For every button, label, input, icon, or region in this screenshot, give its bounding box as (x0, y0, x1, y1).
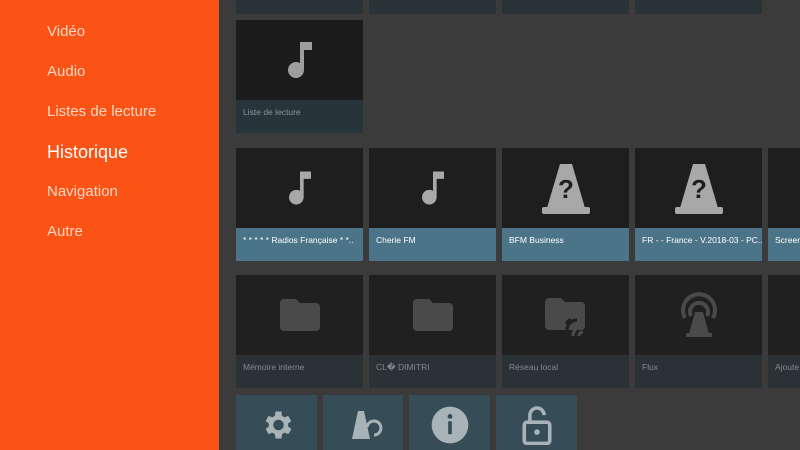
card-caption: Screen (768, 228, 800, 261)
folder-icon (279, 299, 320, 331)
top-row-card[interactable] (369, 0, 496, 14)
card-thumbnail (369, 148, 496, 228)
card-thumbnail: ? (635, 148, 762, 228)
unlock-icon (521, 406, 552, 445)
sidebar: Vidéo Audio Listes de lecture Historique… (0, 0, 219, 450)
card-caption: BFM Business (502, 228, 629, 261)
card-caption: Ajoute (768, 355, 800, 388)
top-row-card[interactable] (635, 0, 762, 14)
card-caption: Flux (635, 355, 762, 388)
sidebar-item-audio[interactable]: Audio (47, 63, 85, 80)
top-row-card[interactable] (236, 0, 363, 14)
sidebar-item-video[interactable]: Vidéo (47, 23, 85, 40)
card-thumbnail (502, 275, 629, 355)
vlc-refresh-icon (352, 411, 383, 439)
card-thumbnail (236, 275, 363, 355)
folder-icon (412, 299, 453, 331)
svg-text:?: ? (691, 174, 707, 204)
card-thumbnail (768, 275, 800, 355)
svg-text:?: ? (558, 174, 574, 204)
card-caption: Réseau local (502, 355, 629, 388)
card-thumbnail (236, 148, 363, 228)
playlist-card[interactable]: Liste de lecture (236, 20, 363, 133)
card-caption: Liste de lecture (236, 100, 363, 133)
history-card[interactable]: ? FR - - France - V.2018-03 - PC... (635, 148, 762, 261)
sidebar-item-history[interactable]: Historique (47, 142, 128, 163)
browse-card[interactable]: CL� DIMITRI (369, 275, 496, 388)
browse-card[interactable]: Mémoire interne (236, 275, 363, 388)
history-card[interactable]: ? BFM Business (502, 148, 629, 261)
card-thumbnail: ? (502, 148, 629, 228)
card-caption: Mémoire interne (236, 355, 363, 388)
sidebar-item-navigation[interactable]: Navigation (47, 183, 118, 200)
refresh-button[interactable] (323, 395, 403, 450)
music-note-icon (288, 171, 311, 205)
stream-antenna-icon (680, 292, 717, 337)
music-note-icon (287, 42, 312, 79)
vlc-unknown-icon: ? (674, 164, 723, 214)
history-card[interactable]: * * * * * Radios Française * *.. (236, 148, 363, 261)
vlc-unknown-icon: ? (541, 164, 590, 214)
history-card[interactable]: Cherie FM (369, 148, 496, 261)
top-row-card[interactable] (502, 0, 629, 14)
browse-card[interactable]: Réseau local (502, 275, 629, 388)
sidebar-item-other[interactable]: Autre (47, 223, 83, 240)
settings-button[interactable] (236, 395, 317, 450)
browse-card[interactable]: Flux (635, 275, 762, 388)
card-caption: CL� DIMITRI (369, 355, 496, 388)
card-caption: FR - - France - V.2018-03 - PC... (635, 228, 762, 261)
card-caption: * * * * * Radios Française * *.. (236, 228, 363, 261)
card-caption: Cherie FM (369, 228, 496, 261)
settings-gear-icon (265, 411, 291, 439)
info-icon (431, 406, 468, 444)
sidebar-item-playlists[interactable]: Listes de lecture (47, 103, 156, 120)
main-content: Liste de lecture * * * * * Radios França… (219, 0, 800, 450)
card-thumbnail (768, 148, 800, 228)
card-thumbnail (635, 275, 762, 355)
about-button[interactable] (409, 395, 490, 450)
network-folder-icon (544, 298, 585, 336)
history-card[interactable]: Screen (768, 148, 800, 261)
card-thumbnail (369, 275, 496, 355)
card-thumbnail (236, 20, 363, 100)
unlock-button[interactable] (496, 395, 577, 450)
browse-card[interactable]: Ajoute (768, 275, 800, 388)
music-note-icon (421, 171, 444, 205)
